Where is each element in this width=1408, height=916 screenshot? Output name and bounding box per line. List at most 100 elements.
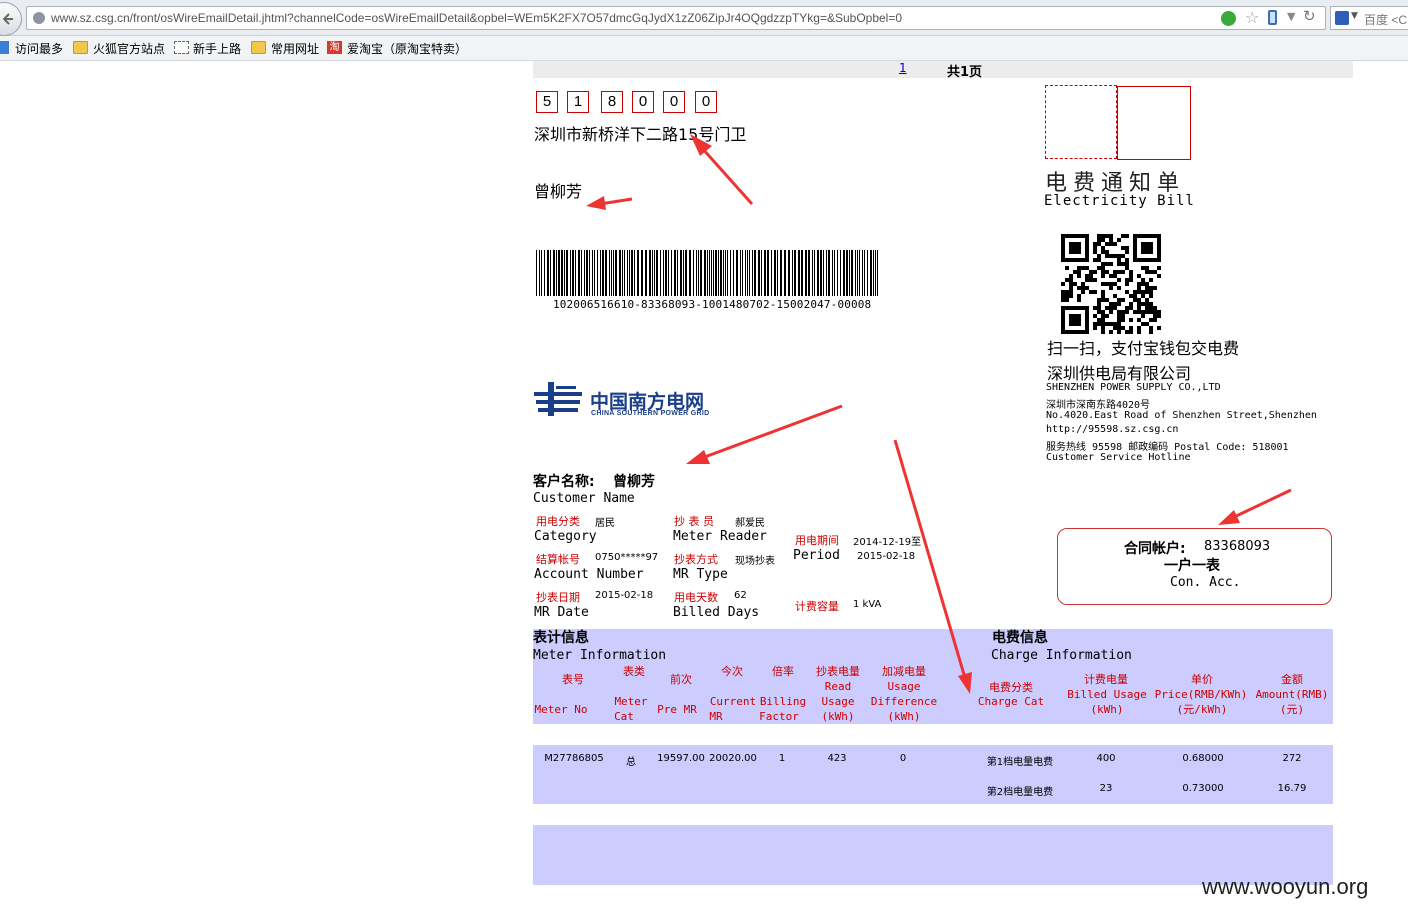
chevron-down-icon[interactable]: ▼ — [1351, 11, 1358, 21]
billed-days-value: 62 — [734, 590, 747, 601]
customer-name-label: 客户名称: — [533, 474, 595, 490]
back-arrow-icon — [3, 13, 13, 25]
most-visited-icon[interactable] — [0, 41, 9, 54]
page-link[interactable]: 1 — [899, 61, 907, 75]
account-label-en: Account Number — [534, 567, 644, 582]
bookmark-getting-started[interactable]: 新手上路 — [193, 40, 241, 57]
reader-label-en: Meter Reader — [673, 529, 767, 544]
table-body: M27786805 总 19597.00 20020.00 1 423 0 第1… — [533, 745, 1333, 804]
col-difference: 加减电量 — [882, 665, 926, 678]
mail-recipient: 曾柳芳 — [534, 182, 583, 201]
table-header: 表计信息 Meter Information 电费信息 Charge Infor… — [533, 629, 1333, 724]
category-label: 用电分类 — [536, 515, 580, 528]
bookmark-firefox-site[interactable]: 火狐官方站点 — [93, 40, 165, 57]
col-meter-no: 表号 — [562, 673, 584, 686]
account-value: 0750*****97 — [595, 552, 659, 563]
zip-digit: 8 — [601, 91, 623, 113]
meter-no-cell: M27786805 — [544, 753, 604, 764]
search-engine-label[interactable]: 百度 <C — [1364, 11, 1407, 28]
stamp-box-dashed — [1045, 85, 1117, 159]
pager-bar: 1 共1页 — [533, 61, 1353, 80]
folder-icon[interactable] — [73, 41, 88, 54]
col-factor: 倍率 — [772, 665, 794, 678]
col-price-en: Price(RMB/KWh) — [1154, 688, 1248, 701]
col-meter-no-en: Meter No — [534, 703, 588, 716]
bookmark-common-sites[interactable]: 常用网址 — [271, 40, 319, 57]
back-button[interactable] — [0, 2, 22, 36]
col-meter-cat-en: Cat — [614, 710, 634, 723]
col-price-en: (元/kWh) — [1176, 703, 1228, 716]
url-input[interactable]: www.sz.csg.cn/front/osWireEmailDetail.jh… — [26, 6, 1326, 30]
mr-date-value: 2015-02-18 — [595, 590, 654, 601]
zip-digit: 1 — [567, 91, 589, 113]
charge-cat-cell: 第1档电量电费 — [986, 757, 1054, 768]
mr-date-label: 抄表日期 — [536, 591, 580, 604]
site-identity-icon[interactable] — [33, 12, 45, 24]
amount-cell: 272 — [1282, 753, 1302, 764]
price-cell: 0.73000 — [1182, 783, 1224, 794]
billed-cell: 23 — [1099, 783, 1113, 794]
qr-caption: 扫一扫，支付宝钱包交电费 — [1047, 339, 1240, 358]
zip-digit: 0 — [632, 91, 654, 113]
col-billed-en: Billed Usage — [1067, 688, 1147, 701]
meter-cat-cell: 总 — [626, 757, 636, 768]
category-value: 居民 — [595, 518, 615, 529]
col-amount: 金额 — [1281, 673, 1303, 686]
bookmark-aitaobao[interactable]: 爱淘宝（原淘宝特卖） — [347, 40, 467, 57]
chevron-down-icon[interactable]: ▼ — [1287, 10, 1295, 23]
col-meter-cat: 表类 — [623, 665, 645, 678]
charge-cat-cell: 第2档电量电费 — [986, 787, 1054, 798]
taobao-icon[interactable]: 淘 — [327, 41, 342, 54]
search-input[interactable]: ▼ 百度 <C — [1330, 6, 1408, 30]
zip-digit: 0 — [695, 91, 717, 113]
category-label-en: Category — [534, 529, 597, 544]
period-label-en: Period — [793, 548, 840, 563]
barcode-image — [536, 250, 878, 296]
billed-days-label-en: Billed Days — [673, 605, 760, 620]
period-end: 2015-02-18 — [857, 551, 916, 562]
contract-account-box: 合同帐户: 83368093 一户一表 Con. Acc. — [1057, 528, 1332, 605]
col-amount-en: Amount(RMB) — [1255, 688, 1329, 701]
browser-toolbar: www.sz.csg.cn/front/osWireEmailDetail.jh… — [0, 0, 1408, 36]
period-start: 2014-12-19至 — [853, 537, 922, 548]
company-line: No.4020.East Road of Shenzhen Street,She… — [1046, 410, 1317, 421]
bookmark-most-visited[interactable]: 访问最多 — [15, 40, 63, 57]
reader-label: 抄 表 员 — [674, 515, 714, 528]
bookmark-star-icon[interactable]: ☆ — [1245, 8, 1259, 28]
col-read-usage-en: Usage — [821, 695, 855, 708]
company-line: Customer Service Hotline — [1046, 452, 1191, 463]
go-icon[interactable] — [1221, 11, 1236, 26]
reader-value: 郝爱民 — [735, 518, 765, 529]
billed-cell: 400 — [1096, 753, 1116, 764]
company-hotline: 服务热线 95598 邮政编码 Postal Code: 518001 — [1046, 442, 1289, 453]
col-billed: 计费电量 — [1084, 673, 1128, 686]
bill-title-en: Electricity Bill — [1044, 193, 1195, 209]
company-website: http://95598.sz.csg.cn — [1046, 424, 1179, 435]
url-text[interactable]: www.sz.csg.cn/front/osWireEmailDetail.jh… — [51, 11, 902, 25]
difference-cell: 0 — [899, 753, 907, 764]
contract-account-label-en: Con. Acc. — [1170, 575, 1241, 590]
mobile-icon[interactable] — [1268, 10, 1277, 25]
col-pre-en: Pre MR — [657, 703, 697, 716]
watermark-text: www.wooyun.org — [1202, 874, 1369, 899]
col-amount-en: (元) — [1279, 703, 1305, 716]
search-engine-icon[interactable] — [1335, 11, 1349, 25]
zip-digit: 5 — [536, 91, 558, 113]
col-current-en: MR — [709, 710, 723, 723]
mr-type-label-en: MR Type — [673, 567, 728, 582]
col-difference-en: (kWh) — [887, 710, 921, 723]
folder-icon[interactable] — [251, 41, 266, 54]
contract-account-value: 83368093 — [1204, 539, 1271, 554]
pre-mr-cell: 19597.00 — [657, 753, 705, 764]
col-meter-cat-en: Meter — [614, 695, 648, 708]
qr-code-image — [1061, 234, 1161, 334]
reload-icon[interactable]: ↻ — [1303, 7, 1316, 25]
charge-info-title-en: Charge Information — [991, 648, 1132, 663]
page-icon[interactable] — [174, 41, 189, 54]
page-total: 共1页 — [947, 65, 983, 80]
current-mr-cell: 20020.00 — [709, 753, 757, 764]
col-read-usage-en: Read — [824, 680, 852, 693]
period-label: 用电期间 — [795, 534, 839, 547]
mr-date-label-en: MR Date — [534, 605, 589, 620]
col-charge-cat-en: Charge Cat — [977, 695, 1045, 708]
